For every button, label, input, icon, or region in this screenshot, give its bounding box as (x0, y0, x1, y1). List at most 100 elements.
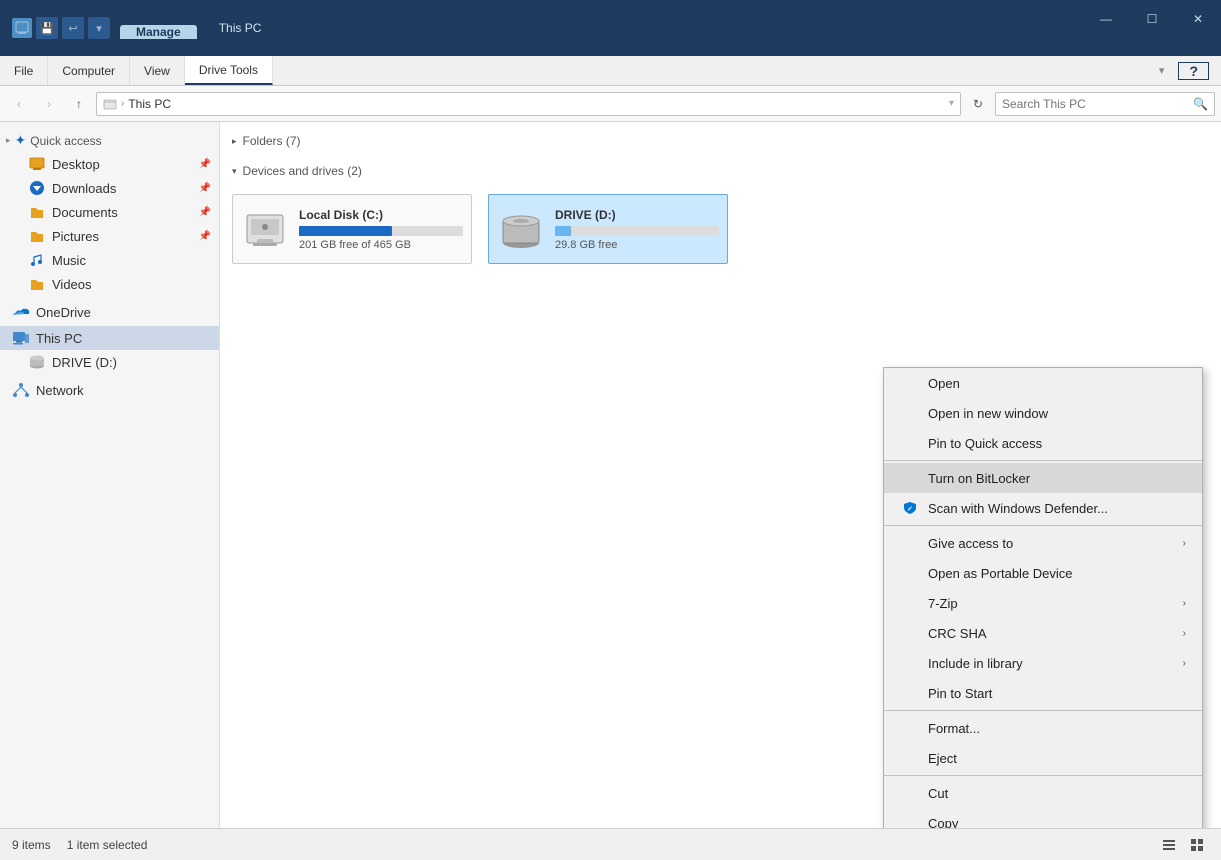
back-button[interactable]: ‹ (6, 91, 32, 117)
drive-c-info: Local Disk (C:) 201 GB free of 465 GB (299, 208, 463, 251)
close-button[interactable]: ✕ (1175, 4, 1221, 34)
folders-label: Folders (7) (243, 134, 301, 148)
sidebar-this-pc-label: This PC (36, 331, 211, 346)
tab-view[interactable]: View (130, 56, 185, 85)
ctx-pin-quick-access[interactable]: Pin to Quick access (884, 428, 1202, 458)
sidebar-drive-d-label: DRIVE (D:) (52, 355, 211, 370)
sidebar-network-label: Network (36, 383, 211, 398)
sidebar-item-pictures[interactable]: Pictures 📌 (0, 224, 219, 248)
tab-file[interactable]: File (0, 56, 48, 85)
ctx-library-icon (900, 655, 920, 671)
qa-undo-icon[interactable]: ↩ (62, 17, 84, 39)
folders-section-header[interactable]: ▸ Folders (7) (232, 130, 1209, 152)
documents-pin-icon: 📌 (199, 207, 211, 218)
qa-save-icon[interactable]: 💾 (36, 17, 58, 39)
pictures-icon (28, 227, 46, 245)
ribbon: File Computer View Drive Tools ▾ ? (0, 56, 1221, 86)
drives-arrow: ▾ (232, 166, 237, 177)
status-bar: 9 items 1 item selected (0, 828, 1221, 860)
music-icon (28, 251, 46, 269)
sidebar-item-desktop[interactable]: Desktop 📌 (0, 152, 219, 176)
drives-label: Devices and drives (2) (243, 164, 362, 178)
ctx-open-new-icon (900, 405, 920, 421)
ctx-cut[interactable]: Cut (884, 778, 1202, 808)
item-count: 9 items (12, 838, 51, 852)
ctx-7zip[interactable]: 7-Zip › (884, 588, 1202, 618)
drive-item-c[interactable]: Local Disk (C:) 201 GB free of 465 GB (232, 194, 472, 264)
selected-text: 1 item selected (67, 838, 148, 852)
folder-icon (103, 97, 117, 111)
ctx-include-library[interactable]: Include in library › (884, 648, 1202, 678)
search-box[interactable]: 🔍 (995, 92, 1215, 116)
sidebar: ▸ ✦ Quick access Desktop 📌 Downloads 📌 D… (0, 122, 220, 828)
drive-d-icon-main (497, 205, 545, 253)
minimize-button[interactable]: — (1083, 4, 1129, 34)
ctx-bitlocker[interactable]: Turn on BitLocker (884, 463, 1202, 493)
ctx-pin-start-icon (900, 685, 920, 701)
quick-access-header[interactable]: ▸ ✦ Quick access (0, 126, 219, 152)
sidebar-item-this-pc[interactable]: This PC (0, 326, 219, 350)
sidebar-desktop-label: Desktop (52, 157, 193, 172)
ctx-defender[interactable]: ✓ Scan with Windows Defender... (884, 493, 1202, 523)
ctx-copy[interactable]: Copy (884, 808, 1202, 828)
sidebar-item-videos[interactable]: Videos (0, 272, 219, 296)
sidebar-pictures-label: Pictures (52, 229, 193, 244)
forward-button[interactable]: › (36, 91, 62, 117)
ctx-sep-4 (884, 775, 1202, 776)
list-view-icon (1162, 838, 1176, 852)
search-input[interactable] (1002, 97, 1189, 111)
ctx-copy-icon (900, 815, 920, 828)
qa-customize-icon[interactable]: ▾ (88, 17, 110, 39)
ctx-open[interactable]: Open (884, 368, 1202, 398)
manage-tab[interactable]: Manage (120, 25, 197, 39)
tab-computer[interactable]: Computer (48, 56, 130, 85)
sidebar-onedrive-label: OneDrive (36, 305, 211, 320)
context-menu: Open Open in new window Pin to Quick acc… (883, 367, 1203, 828)
sidebar-videos-label: Videos (52, 277, 211, 292)
ctx-format-icon (900, 720, 920, 736)
drive-d-space: 29.8 GB free (555, 239, 719, 251)
help-button[interactable]: ? (1178, 62, 1209, 80)
sidebar-item-onedrive[interactable]: OneDrive (0, 300, 219, 324)
tab-drive-tools[interactable]: Drive Tools (185, 56, 273, 85)
ctx-portable-device[interactable]: Open as Portable Device (884, 558, 1202, 588)
quick-access-label: Quick access (30, 134, 101, 148)
sidebar-item-documents[interactable]: Documents 📌 (0, 200, 219, 224)
ctx-give-access[interactable]: Give access to › (884, 528, 1202, 558)
drive-c-icon (241, 205, 289, 253)
maximize-button[interactable]: ☐ (1129, 4, 1175, 34)
sidebar-item-network[interactable]: Network (0, 378, 219, 402)
desktop-pin-icon: 📌 (199, 159, 211, 170)
up-button[interactable]: ↑ (66, 91, 92, 117)
pictures-pin-icon: 📌 (199, 231, 211, 242)
desktop-icon (28, 155, 46, 173)
list-view-button[interactable] (1157, 834, 1181, 856)
drive-d-icon (28, 353, 46, 371)
title-bar: 💾 ↩ ▾ Manage This PC — ☐ ✕ (0, 0, 1221, 56)
main-layout: ▸ ✦ Quick access Desktop 📌 Downloads 📌 D… (0, 122, 1221, 828)
drive-item-d[interactable]: DRIVE (D:) 29.8 GB free (488, 194, 728, 264)
ctx-open-new-window[interactable]: Open in new window (884, 398, 1202, 428)
ctx-format[interactable]: Format... (884, 713, 1202, 743)
address-path[interactable]: › This PC ▾ (96, 92, 961, 116)
ctx-crcsha-arrow: › (1183, 628, 1186, 639)
ctx-eject[interactable]: Eject (884, 743, 1202, 773)
drives-section-header[interactable]: ▾ Devices and drives (2) (232, 160, 1209, 182)
ctx-sep-3 (884, 710, 1202, 711)
sidebar-item-drive-d[interactable]: DRIVE (D:) (0, 350, 219, 374)
onedrive-icon (12, 303, 30, 321)
sidebar-documents-label: Documents (52, 205, 193, 220)
refresh-button[interactable]: ↻ (965, 91, 991, 117)
ctx-7zip-icon (900, 595, 920, 611)
sidebar-item-downloads[interactable]: Downloads 📌 (0, 176, 219, 200)
search-icon: 🔍 (1193, 97, 1208, 111)
sidebar-item-music[interactable]: Music (0, 248, 219, 272)
ctx-crcsha-icon (900, 625, 920, 641)
ctx-pin-start[interactable]: Pin to Start (884, 678, 1202, 708)
window-title: This PC (203, 21, 278, 35)
ctx-crc-sha[interactable]: CRC SHA › (884, 618, 1202, 648)
documents-icon (28, 203, 46, 221)
drive-d-bar-fill (555, 226, 571, 236)
path-dropdown-arrow[interactable]: ▾ (949, 98, 954, 109)
tiles-view-button[interactable] (1185, 834, 1209, 856)
